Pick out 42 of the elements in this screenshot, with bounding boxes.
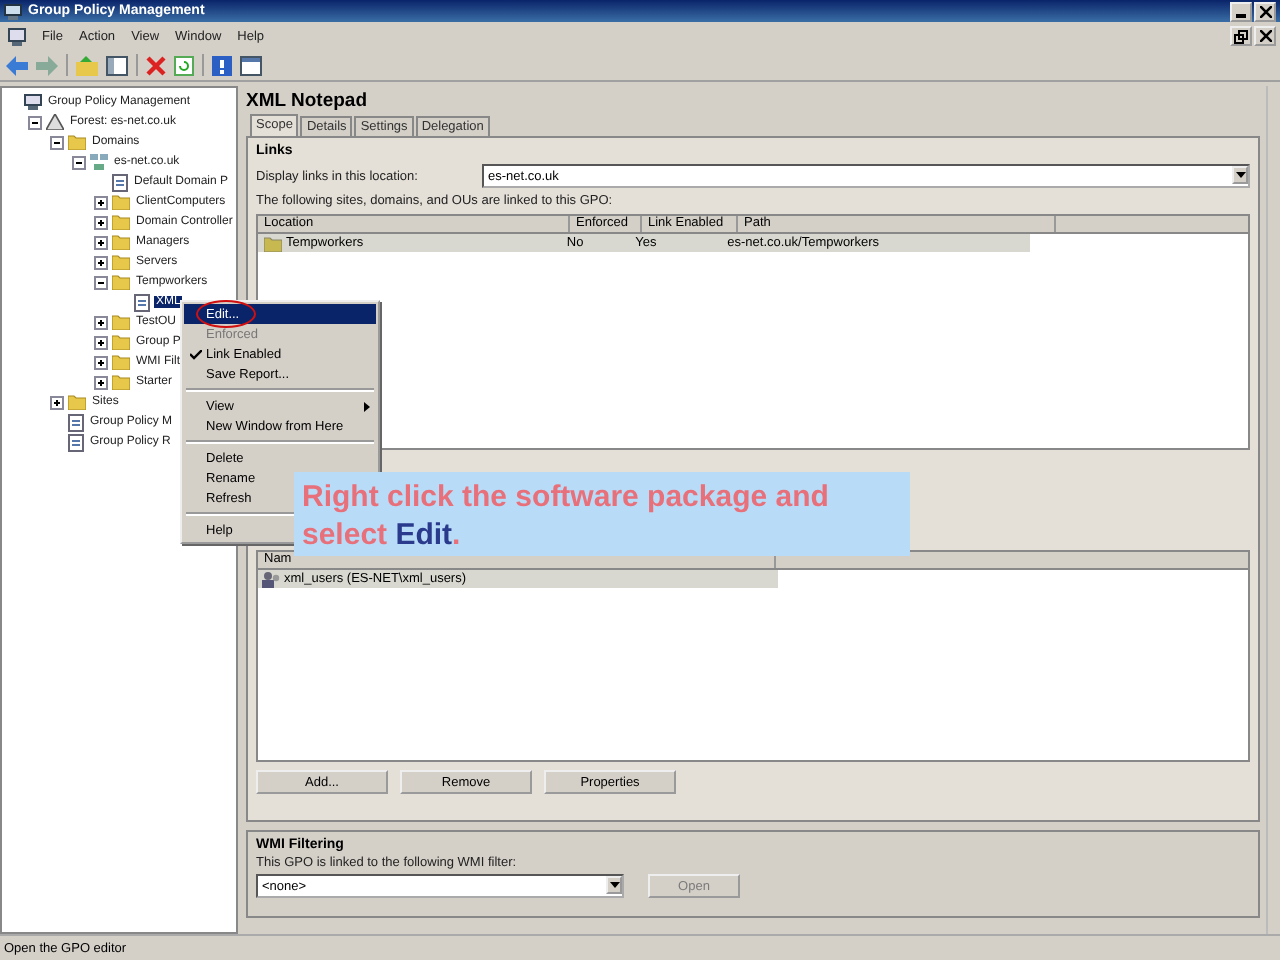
- expander-icon[interactable]: [94, 215, 108, 229]
- console-icon: [24, 94, 42, 110]
- close-icon: [1259, 30, 1271, 42]
- console-tree-icon[interactable]: [106, 55, 128, 75]
- expander-icon[interactable]: [94, 195, 108, 209]
- expander-icon[interactable]: [94, 355, 108, 369]
- highlight-ellipse: [196, 300, 256, 328]
- minimize-button[interactable]: [1230, 1, 1252, 21]
- dropdown-arrow-icon[interactable]: [1232, 166, 1248, 184]
- back-icon[interactable]: [6, 55, 28, 75]
- expander-icon[interactable]: [94, 275, 108, 289]
- restore-button[interactable]: [1230, 26, 1252, 46]
- expander-icon[interactable]: [50, 395, 64, 409]
- gpo-title: XML Notepad: [246, 90, 370, 116]
- expander-icon[interactable]: [50, 135, 64, 149]
- instruction-tooltip: Right click the software package and select Edit.: [294, 472, 910, 556]
- dropdown-arrow-icon[interactable]: [606, 876, 622, 894]
- expander-icon[interactable]: [94, 375, 108, 389]
- close-button[interactable]: [1254, 1, 1276, 21]
- users-icon: [262, 571, 282, 587]
- expander-icon[interactable]: [94, 315, 108, 329]
- document-icon: [112, 173, 128, 191]
- close-icon: [1259, 5, 1271, 17]
- restore-icon: [1234, 29, 1248, 43]
- expander-icon[interactable]: [72, 155, 86, 169]
- folder-icon: [68, 134, 86, 150]
- window-icon[interactable]: [240, 55, 262, 75]
- submenu-arrow-icon: [364, 401, 370, 411]
- triangle-icon: [46, 114, 64, 130]
- expander-icon[interactable]: [94, 335, 108, 349]
- expander-icon[interactable]: [94, 235, 108, 249]
- close-button[interactable]: [1254, 26, 1276, 46]
- computers-icon: [90, 154, 108, 170]
- folder-icon: [68, 394, 86, 410]
- refresh-icon[interactable]: [174, 55, 194, 75]
- console-icon: [4, 3, 22, 19]
- help-icon[interactable]: [212, 55, 232, 75]
- expander-icon[interactable]: [94, 255, 108, 269]
- document-icon: [134, 293, 150, 311]
- console-icon: [8, 27, 26, 45]
- delete-icon[interactable]: [146, 55, 166, 75]
- expander-icon[interactable]: [28, 115, 42, 129]
